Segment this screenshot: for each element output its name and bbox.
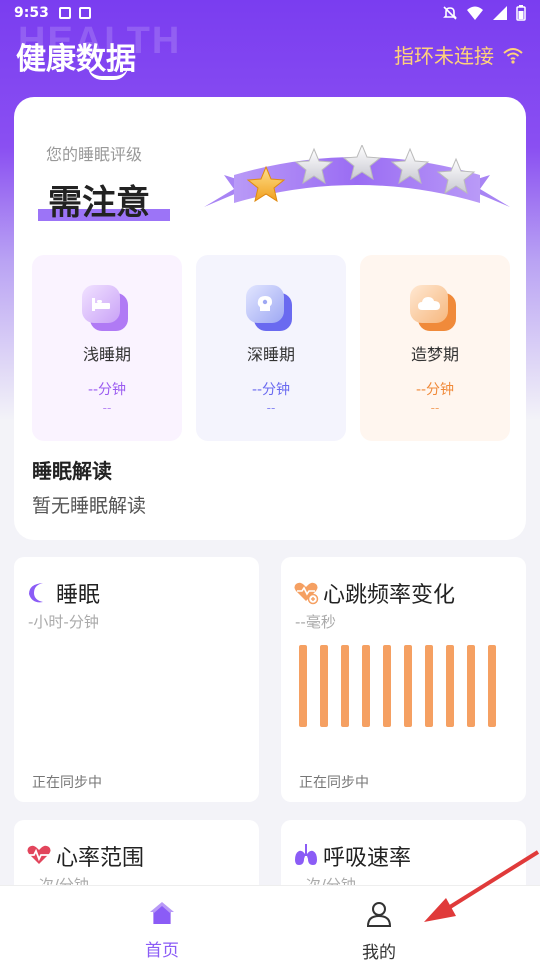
- stage-duration: --分钟: [415, 382, 455, 398]
- stage-deep-sleep[interactable]: 深睡期 --分钟 --: [196, 255, 346, 441]
- heart-pulse-icon: [294, 582, 319, 605]
- hrv-bar-chart: [299, 645, 496, 727]
- hrv-bar: [320, 645, 328, 727]
- signal-icon: [493, 6, 507, 20]
- stage-name: 浅睡期: [82, 345, 131, 364]
- app-notification-icon: [78, 7, 91, 19]
- wifi-icon: [467, 6, 483, 20]
- sync-status: 正在同步中: [32, 775, 102, 791]
- mute-bell-icon: [443, 6, 457, 20]
- stage-name: 深睡期: [246, 345, 295, 364]
- status-right-icons: [442, 5, 526, 21]
- sleep-rating-label: 您的睡眠评级: [46, 145, 143, 164]
- card-title: 呼吸速率: [323, 846, 412, 871]
- lungs-icon: [295, 844, 317, 865]
- stage-percent: --: [430, 401, 440, 415]
- moon-icon: [29, 583, 43, 603]
- stage-light-sleep[interactable]: 浅睡期 --分钟 --: [32, 255, 182, 441]
- sleep-rating-value: 需注意: [48, 183, 150, 223]
- battery-icon: [516, 5, 526, 21]
- sleep-interpretation-title: 睡眠解读: [32, 459, 112, 483]
- sleep-rating-card[interactable]: 您的睡眠评级 需注意 浅睡期 --分钟 -- 深睡期 --分钟 -- 造梦期 -…: [14, 97, 526, 540]
- hrv-bar: [488, 645, 496, 727]
- card-title: 睡眠: [56, 583, 101, 608]
- card-title: 心跳频率变化: [323, 583, 456, 608]
- nav-profile[interactable]: 我的: [329, 900, 429, 960]
- card-subtitle: --毫秒: [295, 613, 336, 631]
- stage-duration: --分钟: [251, 382, 291, 398]
- stage-name: 造梦期: [410, 345, 459, 364]
- ring-connection-status[interactable]: 指环未连接: [394, 40, 524, 69]
- hrv-bar: [446, 645, 454, 727]
- card-subtitle: -小时-分钟: [28, 613, 99, 631]
- sleep-rating-value-wrap: 需注意: [38, 175, 170, 224]
- hrv-bar: [467, 645, 475, 727]
- ring-status-label: 指环未连接: [394, 44, 494, 68]
- nav-profile-label: 我的: [362, 943, 396, 960]
- home-icon: [150, 902, 174, 924]
- nav-home[interactable]: 首页: [112, 900, 212, 960]
- brain-icon: [246, 285, 294, 333]
- cloud-icon: [410, 285, 458, 333]
- gallery-notification-icon: [58, 7, 71, 19]
- hrv-bar: [404, 645, 412, 727]
- heart-rate-icon: [27, 845, 51, 864]
- hrv-bar: [425, 645, 433, 727]
- stage-duration: --分钟: [87, 382, 127, 398]
- hrv-bar: [383, 645, 391, 727]
- status-time: 9:53: [14, 5, 49, 21]
- hrv-bar: [299, 645, 307, 727]
- stage-percent: --: [266, 401, 276, 415]
- sync-status: 正在同步中: [299, 775, 369, 791]
- bed-icon: [82, 285, 130, 333]
- bottom-navigation: 首页 我的: [0, 885, 540, 960]
- card-title: 心率范围: [56, 846, 145, 871]
- hrv-card[interactable]: 心跳频率变化 --毫秒 正在同步中: [281, 557, 526, 802]
- stage-dream-sleep[interactable]: 造梦期 --分钟 --: [360, 255, 510, 441]
- hrv-bar: [362, 645, 370, 727]
- star-rating-ribbon: [204, 145, 510, 207]
- wireless-signal-icon: [503, 47, 523, 64]
- sleep-card[interactable]: 睡眠 -小时-分钟 正在同步中: [14, 557, 259, 802]
- sleep-stage-row: 浅睡期 --分钟 -- 深睡期 --分钟 -- 造梦期 --分钟 --: [32, 255, 510, 441]
- nav-home-label: 首页: [145, 941, 179, 960]
- stage-percent: --: [102, 401, 112, 415]
- hrv-bar: [341, 645, 349, 727]
- sleep-interpretation-text: 暂无睡眠解读: [32, 495, 147, 517]
- user-icon: [366, 902, 392, 927]
